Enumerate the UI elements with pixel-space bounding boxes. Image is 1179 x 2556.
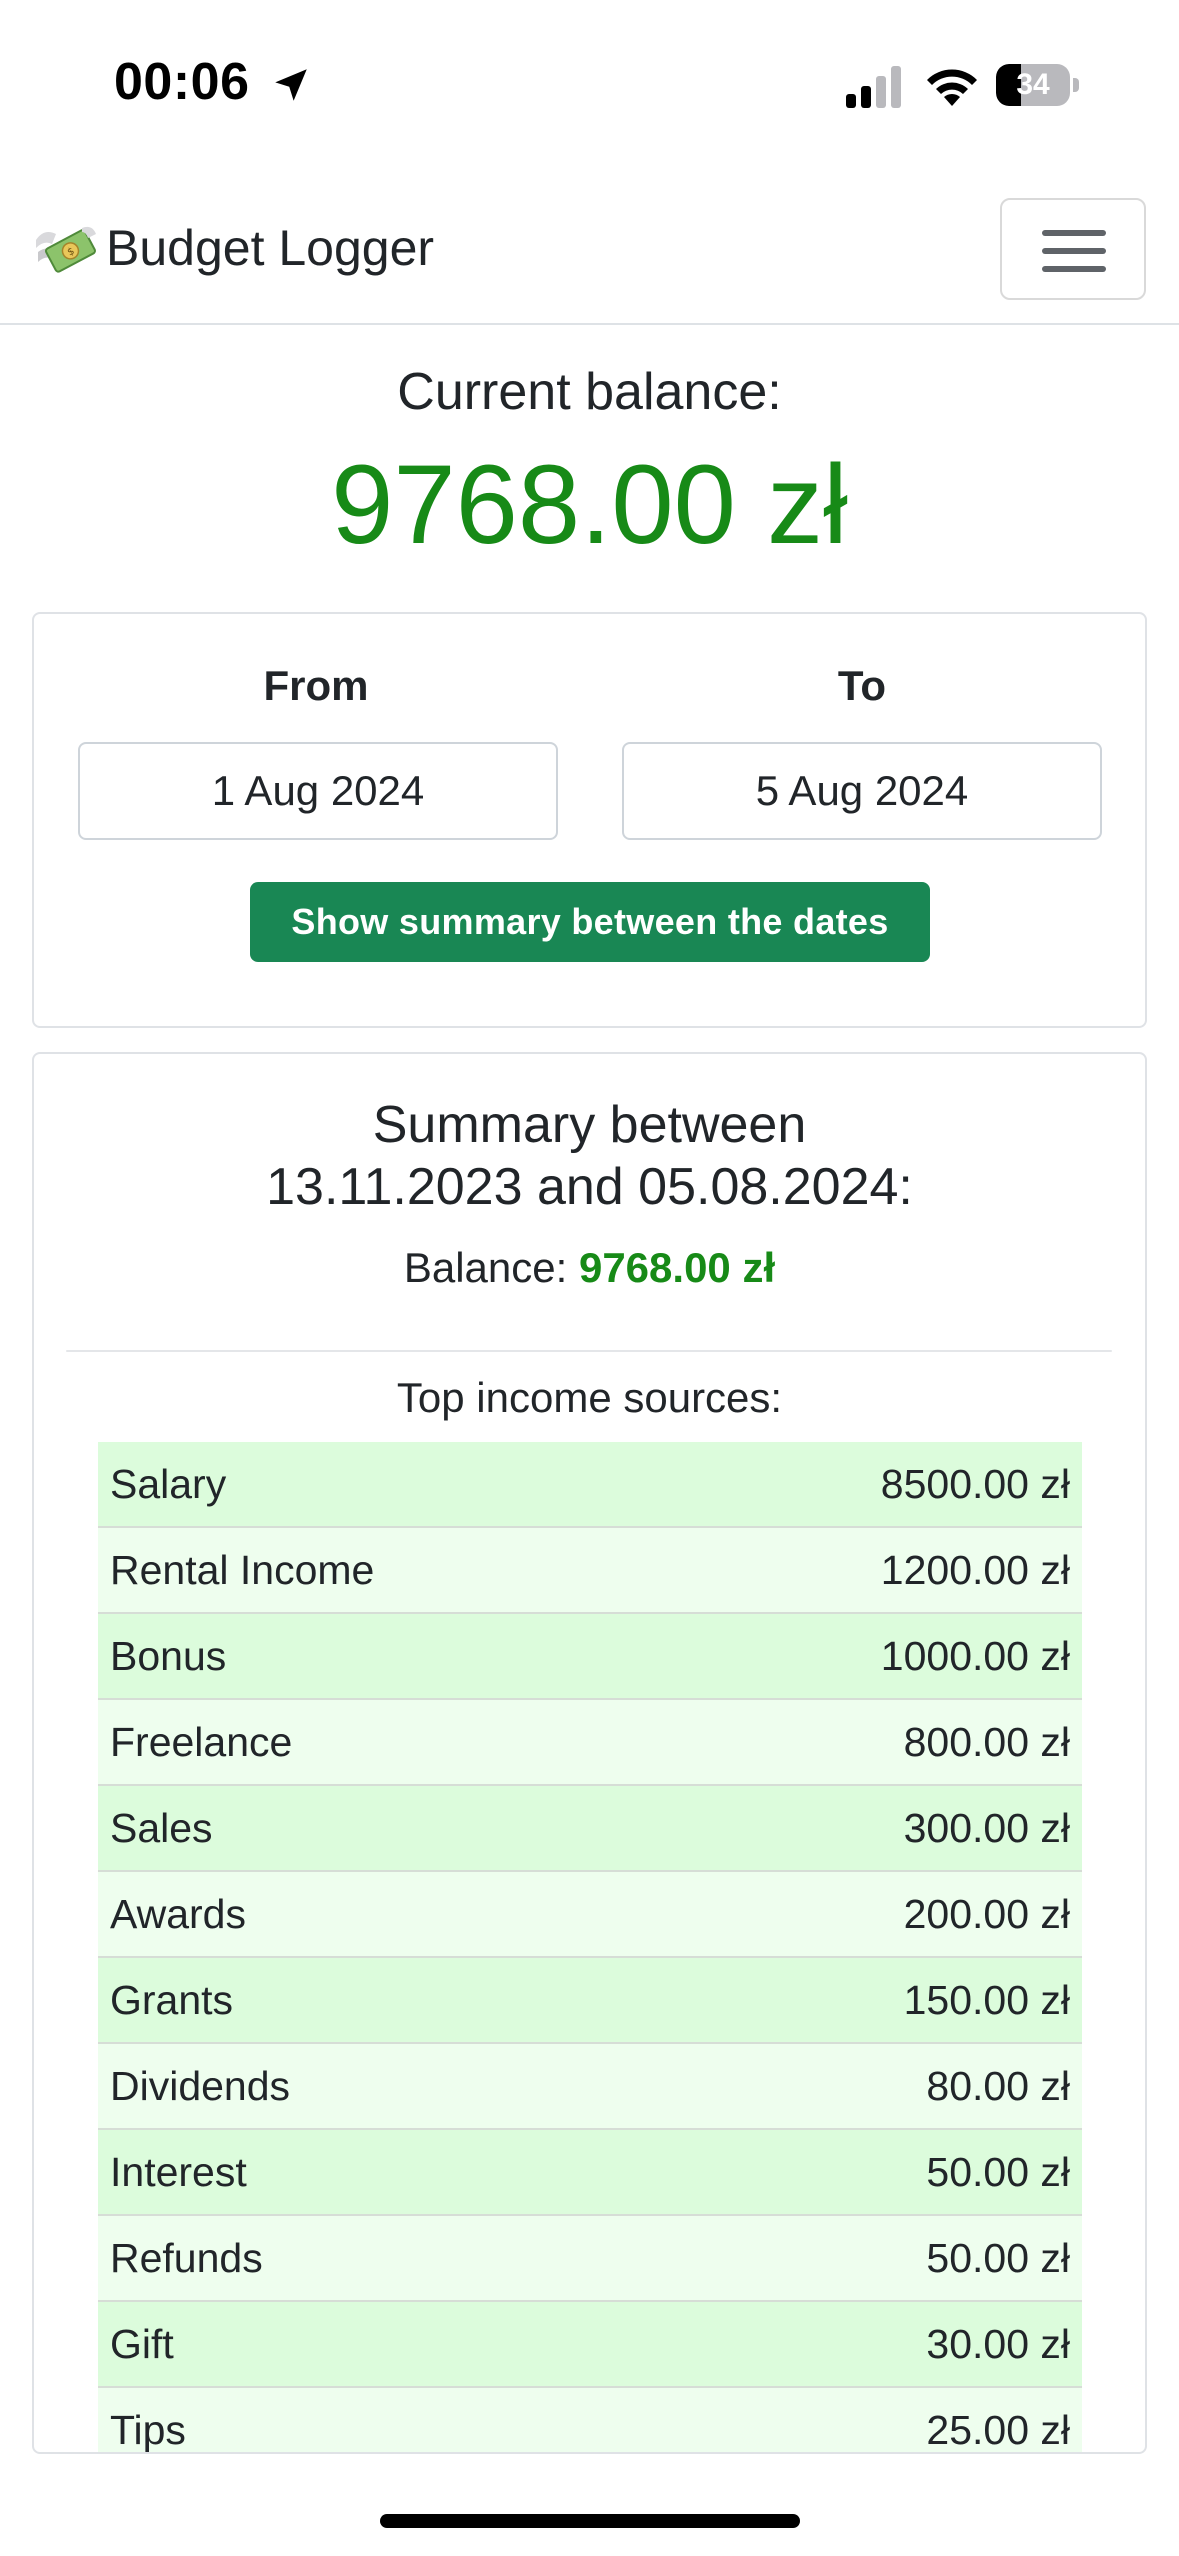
table-row: Interest 50.00 zł [98,2130,1082,2216]
battery-icon: 34 [996,64,1080,108]
income-source-amount: 80.00 zł [926,2062,1070,2109]
status-time: 00:06 [114,53,250,111]
money-with-wings-icon: $ [36,226,96,273]
income-source-name: Dividends [110,2062,291,2109]
income-source-name: Rental Income [110,1546,375,1593]
status-bar: 00:06 34 [0,0,1179,170]
divider [66,1350,1112,1352]
current-balance-label: Current balance: [397,363,782,421]
income-source-amount: 1000.00 zł [880,1632,1070,1679]
table-row: Freelance 800.00 zł [98,1700,1082,1786]
income-source-amount: 8500.00 zł [880,1460,1070,1507]
hamburger-menu-icon [1042,230,1106,236]
income-source-name: Freelance [110,1718,293,1765]
brand-link[interactable]: $ Budget Logger [34,218,434,278]
summary-card: Summary between 13.11.2023 and 05.08.202… [32,1052,1147,2454]
home-indicator[interactable] [380,2514,800,2528]
navbar: $ Budget Logger [0,170,1179,325]
income-source-amount: 800.00 zł [903,1718,1070,1765]
wifi-icon [927,69,977,106]
to-date-input[interactable]: 5 Aug 2024 [622,742,1102,840]
income-source-amount: 1200.00 zł [880,1546,1070,1593]
income-source-name: Salary [110,1460,227,1507]
table-row: Dividends 80.00 zł [98,2044,1082,2130]
location-arrow-icon [275,69,307,101]
table-row: Sales 300.00 zł [98,1786,1082,1872]
battery-percent: 34 [1016,68,1050,101]
menu-toggle-button[interactable] [1000,198,1146,300]
income-sources-table: Salary 8500.00 zł Rental Income 1200.00 zł B… [98,1442,1082,2453]
income-sources-title: Top income sources: [396,1374,783,1421]
income-source-amount: 150.00 zł [903,1976,1070,2023]
income-source-amount: 50.00 zł [926,2234,1070,2281]
current-balance-value: 9768.00 zł [331,442,848,567]
cellular-signal-icon [846,66,901,108]
summary-balance-label: Balance: [403,1244,568,1291]
show-summary-button[interactable]: Show summary between the dates [250,882,930,962]
summary-balance: Balance: 9768.00 zł [34,1244,1145,1292]
summary-title-line2: 13.11.2023 and 05.08.2024: [266,1158,913,1216]
table-row: Rental Income 1200.00 zł [98,1528,1082,1614]
table-row: Bonus 1000.00 zł [98,1614,1082,1700]
income-source-name: Interest [110,2148,247,2195]
income-source-amount: 50.00 zł [926,2148,1070,2195]
table-row: Gift 30.00 zł [98,2302,1082,2388]
income-source-name: Refunds [110,2234,263,2281]
income-source-name: Sales [110,1804,213,1851]
income-source-name: Tips [110,2406,186,2453]
table-row: Grants 150.00 zł [98,1958,1082,2044]
table-row: Awards 200.00 zł [98,1872,1082,1958]
income-source-amount: 25.00 zł [926,2406,1070,2453]
summary-title-line1: Summary between [372,1096,807,1154]
income-source-amount: 30.00 zł [926,2320,1070,2367]
from-label: From [263,662,369,709]
income-source-name: Grants [110,1976,234,2023]
income-source-name: Bonus [110,1632,227,1679]
income-source-amount: 200.00 zł [903,1890,1070,1937]
table-row: Refunds 50.00 zł [98,2216,1082,2302]
from-date-input[interactable]: 1 Aug 2024 [78,742,558,840]
income-source-name: Gift [110,2320,174,2367]
table-row: Salary 8500.00 zł [98,1442,1082,1528]
income-source-amount: 300.00 zł [903,1804,1070,1851]
brand-title: Budget Logger [106,220,435,276]
income-source-name: Awards [110,1890,246,1937]
summary-title: Summary between 13.11.2023 and 05.08.202… [34,1094,1145,1218]
summary-balance-value: 9768.00 zł [578,1244,776,1291]
table-row: Tips 25.00 zł [98,2388,1082,2453]
to-label: To [837,662,887,709]
date-filter-card: From To 1 Aug 2024 5 Aug 2024 Show summa… [32,612,1147,1028]
